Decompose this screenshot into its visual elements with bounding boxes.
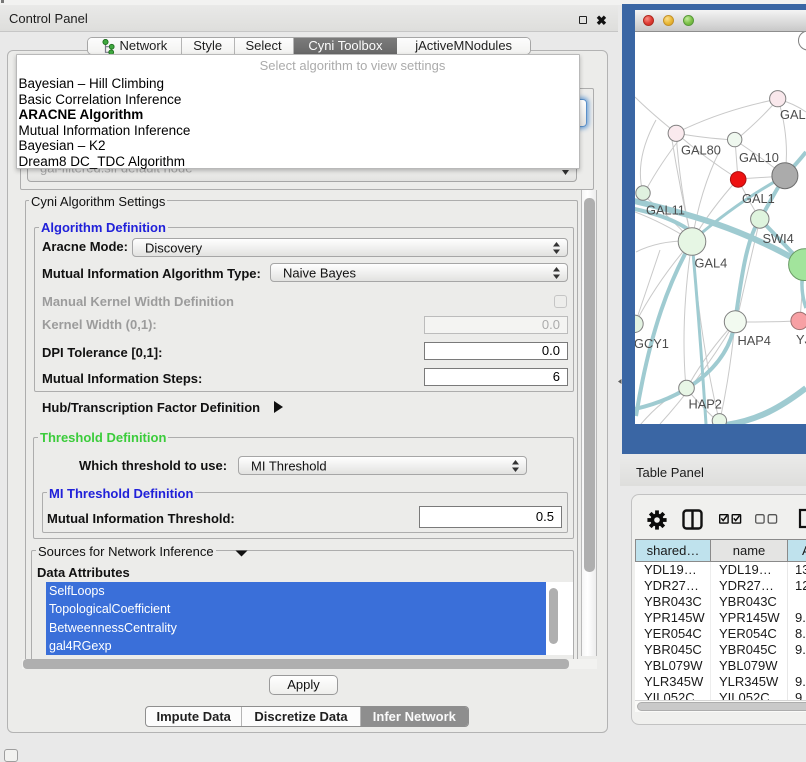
svg-text:GAL10: GAL10 xyxy=(739,150,779,165)
svg-text:HAP4: HAP4 xyxy=(738,333,771,348)
svg-text:HAP2: HAP2 xyxy=(689,397,722,412)
svg-text:GAL1: GAL1 xyxy=(742,191,775,206)
svg-text:GAL7: GAL7 xyxy=(780,107,806,122)
svg-text:GAL80: GAL80 xyxy=(681,143,721,158)
svg-text:GCY1: GCY1 xyxy=(635,336,669,351)
svg-text:SWI4: SWI4 xyxy=(763,231,794,246)
svg-text:GAL4: GAL4 xyxy=(695,256,728,271)
svg-text:YJ: YJ xyxy=(796,332,806,347)
svg-text:GAL11: GAL11 xyxy=(646,203,685,218)
